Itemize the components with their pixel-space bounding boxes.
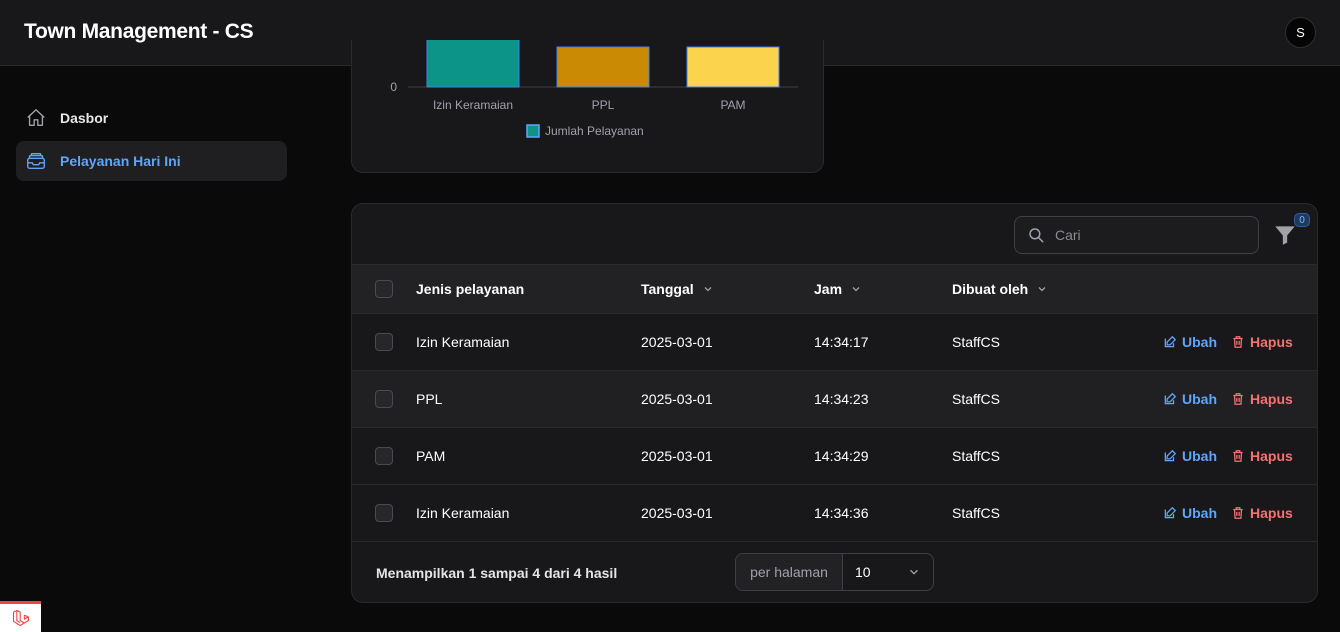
per-page-select[interactable]: per halaman 10 (735, 553, 934, 591)
pencil-square-icon (1163, 449, 1177, 463)
table-footer: Menampilkan 1 sampai 4 dari 4 hasil per … (352, 542, 1317, 602)
delete-label: Hapus (1250, 505, 1293, 521)
pencil-square-icon (1163, 335, 1177, 349)
filter-count-badge: 0 (1294, 213, 1310, 227)
column-header-dibuat-oleh[interactable]: Dibuat oleh (952, 265, 1048, 313)
column-header-tanggal[interactable]: Tanggal (641, 265, 714, 313)
chart-bar (556, 46, 650, 88)
trash-icon (1231, 392, 1245, 406)
home-icon (24, 106, 48, 130)
inbox-stack-icon (24, 149, 48, 173)
trash-icon (1231, 506, 1245, 520)
cell-jenis: PPL (416, 391, 443, 407)
table-toolbar: 0 (352, 204, 1317, 265)
chevron-down-icon (702, 283, 714, 295)
user-avatar[interactable]: S (1285, 17, 1316, 48)
chart-bar (426, 40, 520, 88)
edit-button[interactable]: Ubah (1163, 314, 1217, 370)
cell-jam: 14:34:17 (814, 334, 869, 350)
x-tick-label: Izin Keramaian (433, 98, 513, 112)
cell-dibuat-oleh: StaffCS (952, 448, 1000, 464)
table-card: 0 Jenis pelayanan Tanggal Jam Dibuat ole… (351, 203, 1318, 603)
cell-tanggal: 2025-03-01 (641, 334, 713, 350)
search-box[interactable] (1014, 216, 1259, 254)
column-header-jam[interactable]: Jam (814, 265, 862, 313)
table-row: PPL 2025-03-01 14:34:23 StaffCS Ubah Hap… (352, 371, 1317, 428)
sidebar-item-label: Pelayanan Hari Ini (60, 153, 181, 169)
x-tick-label: PPL (592, 98, 615, 112)
cell-dibuat-oleh: StaffCS (952, 334, 1000, 350)
edit-label: Ubah (1182, 391, 1217, 407)
chart-card: 0 Izin Keramaian PPL PAM Jumlah Pelayanan (351, 40, 824, 173)
laravel-logo-icon[interactable] (0, 601, 41, 632)
edit-button[interactable]: Ubah (1163, 371, 1217, 427)
sidebar-item-pelayanan-hari-ini[interactable]: Pelayanan Hari Ini (16, 141, 287, 181)
bar-chart: 0 Izin Keramaian PPL PAM Jumlah Pelayanan (390, 40, 798, 138)
cell-jam: 14:34:23 (814, 391, 869, 407)
sidebar-item-dasbor[interactable]: Dasbor (16, 98, 287, 138)
row-checkbox[interactable] (375, 390, 393, 408)
trash-icon (1231, 335, 1245, 349)
chevron-down-icon (1036, 283, 1048, 295)
row-checkbox[interactable] (375, 447, 393, 465)
search-icon (1029, 228, 1044, 243)
column-label: Jenis pelayanan (416, 281, 525, 297)
cell-tanggal: 2025-03-01 (641, 505, 713, 521)
delete-label: Hapus (1250, 448, 1293, 464)
delete-button[interactable]: Hapus (1231, 314, 1293, 370)
trash-icon (1231, 449, 1245, 463)
per-page-value: 10 (855, 564, 871, 580)
edit-button[interactable]: Ubah (1163, 485, 1217, 541)
chart-bar (686, 46, 780, 88)
delete-label: Hapus (1250, 391, 1293, 407)
column-label: Jam (814, 281, 843, 297)
app-title: Town Management - CS (24, 20, 254, 43)
delete-button[interactable]: Hapus (1231, 428, 1293, 484)
table-header: Jenis pelayanan Tanggal Jam Dibuat oleh (352, 265, 1317, 314)
column-header-jenis: Jenis pelayanan (416, 265, 524, 313)
cell-jam: 14:34:36 (814, 505, 869, 521)
per-page-dropdown[interactable]: 10 (843, 554, 933, 590)
cell-dibuat-oleh: StaffCS (952, 391, 1000, 407)
row-checkbox[interactable] (375, 333, 393, 351)
delete-label: Hapus (1250, 334, 1293, 350)
table-row: Izin Keramaian 2025-03-01 14:34:36 Staff… (352, 485, 1317, 542)
sidebar-item-label: Dasbor (60, 110, 109, 126)
cell-dibuat-oleh: StaffCS (952, 505, 1000, 521)
edit-label: Ubah (1182, 448, 1217, 464)
legend-label: Jumlah Pelayanan (545, 124, 644, 138)
edit-label: Ubah (1182, 505, 1217, 521)
delete-button[interactable]: Hapus (1231, 371, 1293, 427)
cell-jenis: Izin Keramaian (416, 505, 510, 521)
pencil-square-icon (1163, 392, 1177, 406)
filter-icon[interactable] (1272, 222, 1298, 248)
column-label: Tanggal (641, 281, 694, 297)
pencil-square-icon (1163, 506, 1177, 520)
cell-tanggal: 2025-03-01 (641, 448, 713, 464)
cell-jam: 14:34:29 (814, 448, 869, 464)
edit-button[interactable]: Ubah (1163, 428, 1217, 484)
column-label: Dibuat oleh (952, 281, 1029, 297)
cell-jenis: Izin Keramaian (416, 334, 510, 350)
select-all-checkbox[interactable] (375, 280, 393, 298)
delete-button[interactable]: Hapus (1231, 485, 1293, 541)
cell-jenis: PAM (416, 448, 446, 464)
search-input[interactable] (1055, 227, 1235, 243)
edit-label: Ubah (1182, 334, 1217, 350)
chevron-down-icon (907, 565, 921, 579)
cell-tanggal: 2025-03-01 (641, 391, 713, 407)
pagination-summary: Menampilkan 1 sampai 4 dari 4 hasil (376, 564, 618, 581)
x-tick-label: PAM (720, 98, 745, 112)
per-page-label: per halaman (736, 554, 843, 590)
row-checkbox[interactable] (375, 504, 393, 522)
chevron-down-icon (850, 283, 862, 295)
table-row: Izin Keramaian 2025-03-01 14:34:17 Staff… (352, 314, 1317, 371)
table-row: PAM 2025-03-01 14:34:29 StaffCS Ubah Hap… (352, 428, 1317, 485)
y-tick-label: 0 (390, 80, 397, 94)
legend-swatch (526, 124, 540, 138)
